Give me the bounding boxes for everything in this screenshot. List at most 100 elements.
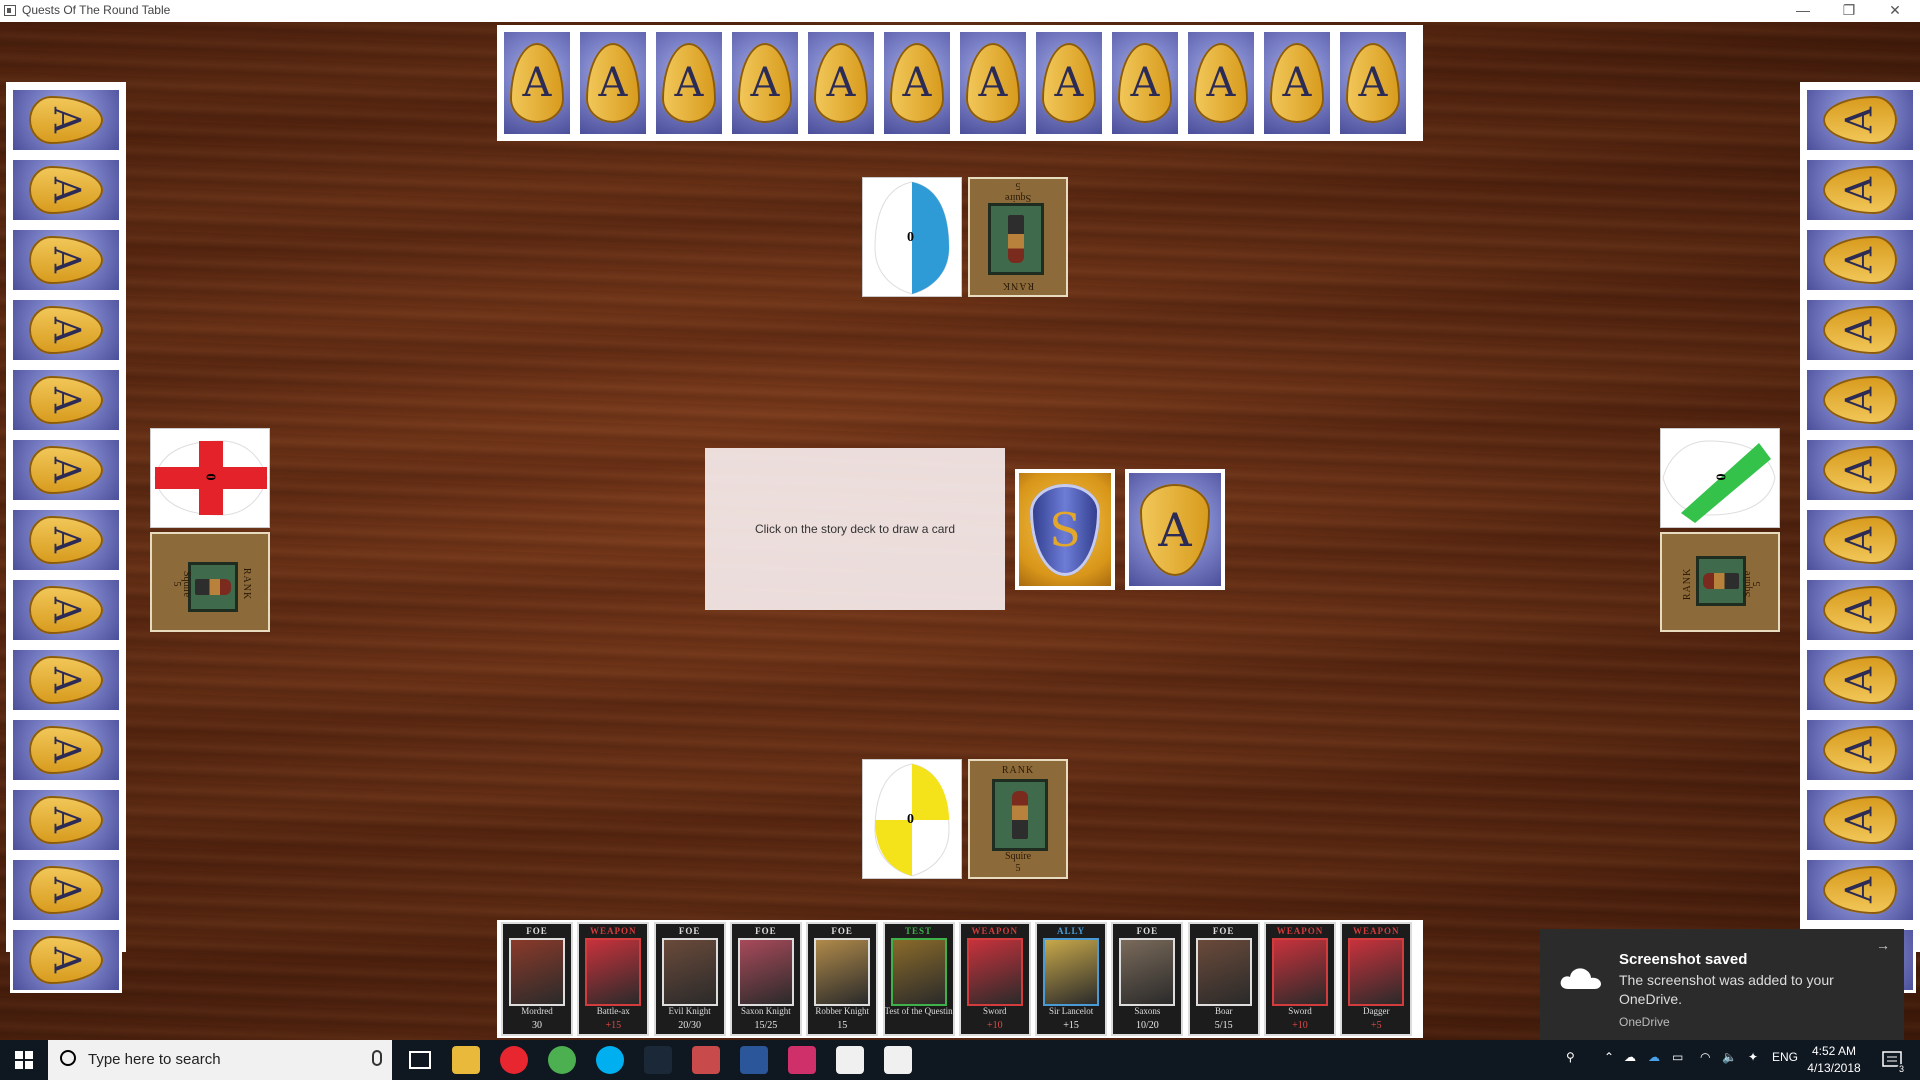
screenshot-toast[interactable]: Screenshot saved The screenshot was adde… — [1540, 929, 1904, 1040]
hand-card[interactable]: WEAPON Sword +10 — [1264, 922, 1336, 1036]
card-back-letter: A — [1282, 60, 1312, 106]
right-shield-count: 0 — [1714, 473, 1730, 481]
network-icon[interactable]: ◠ — [1700, 1050, 1710, 1064]
people-icon[interactable]: ⚲ — [1566, 1050, 1575, 1064]
notification-count: 3 — [1896, 1064, 1906, 1074]
left-card-back: A — [10, 857, 122, 923]
squire-figure-icon — [1012, 791, 1028, 839]
right-card-back: A — [1804, 717, 1916, 783]
dropbox-icon[interactable]: ✦ — [1748, 1050, 1758, 1064]
hand-card[interactable]: WEAPON Sword +10 — [958, 922, 1031, 1036]
hand-card[interactable]: FOE Robber Knight 15 — [806, 922, 879, 1036]
card-back-letter: A — [45, 877, 87, 903]
left-rank-inner: RANK Squire 5 — [171, 534, 252, 634]
card-back-letter: A — [45, 597, 87, 623]
hand-card[interactable]: WEAPON Dagger +5 — [1340, 922, 1413, 1036]
clock-date: 4/13/2018 — [1807, 1061, 1861, 1075]
right-card-back: A — [1804, 297, 1916, 363]
rank-card-name: Squire — [181, 570, 192, 598]
onedrive-blue-tray-icon[interactable]: ☁ — [1648, 1050, 1660, 1064]
hand-card[interactable]: FOE Saxon Knight 15/25 — [729, 922, 802, 1036]
bird-app-icon[interactable] — [692, 1046, 720, 1074]
card-back-letter: A — [1839, 317, 1881, 343]
left-card-back: A — [10, 437, 122, 503]
story-deck[interactable]: S — [1015, 469, 1115, 590]
adventure-deck[interactable]: A — [1125, 469, 1225, 590]
card-name: Robber Knight — [815, 1006, 870, 1016]
microphone-icon[interactable] — [372, 1050, 382, 1066]
toast-body: The screenshot was added to your OneDriv… — [1619, 972, 1834, 1007]
intellij-icon[interactable] — [788, 1046, 816, 1074]
left-card-back: A — [10, 787, 122, 853]
card-back-letter: A — [522, 60, 552, 106]
left-shield-count: 0 — [202, 473, 218, 481]
steam-icon[interactable] — [644, 1046, 672, 1074]
top-card-back: A — [957, 29, 1029, 137]
card-artwork — [585, 938, 642, 1006]
word-icon[interactable] — [740, 1046, 768, 1074]
card-artwork — [1119, 938, 1176, 1006]
toast-source: OneDrive — [1619, 1015, 1670, 1029]
toast-expand-icon[interactable]: → — [1876, 937, 1890, 953]
card-back-letter: A — [45, 527, 87, 553]
card-back-letter: A — [1839, 247, 1881, 273]
card-back-letter: A — [1839, 877, 1881, 903]
hand-card[interactable]: FOE Evil Knight 20/30 — [653, 922, 726, 1036]
message-panel: Click on the story deck to draw a card — [705, 448, 1005, 610]
card-type-label: WEAPON — [971, 926, 1019, 936]
left-card-back: A — [10, 87, 122, 153]
right-card-back: A — [1804, 507, 1916, 573]
card-battle-points: +15 — [605, 1020, 622, 1031]
close-button[interactable]: ✕ — [1872, 0, 1918, 22]
card-back-letter: A — [750, 60, 780, 106]
search-placeholder: Type here to search — [88, 1051, 221, 1068]
card-artwork — [814, 938, 871, 1006]
card-artwork — [1043, 938, 1100, 1006]
hand-card[interactable]: WEAPON Battle-ax +15 — [577, 922, 650, 1036]
card-name: Test of the Questing Beast — [884, 1006, 953, 1016]
toast-title: Screenshot saved — [1619, 951, 1748, 968]
start-button[interactable] — [0, 1040, 48, 1080]
hand-card[interactable]: TEST Test of the Questing Beast — [882, 922, 955, 1036]
hand-card[interactable]: FOE Mordred 30 — [501, 922, 573, 1036]
hand-card[interactable]: ALLY Sir Lancelot +15 — [1035, 922, 1108, 1036]
minimize-button[interactable]: — — [1780, 0, 1826, 22]
card-battle-points: 20/30 — [678, 1020, 701, 1031]
java-app-2-icon[interactable] — [884, 1046, 912, 1074]
skype-icon[interactable] — [596, 1046, 624, 1074]
card-name: Saxon Knight — [741, 1006, 791, 1016]
card-name: Sword — [983, 1006, 1007, 1016]
language-indicator[interactable]: ENG — [1772, 1050, 1798, 1064]
volume-icon[interactable]: 🔈 — [1722, 1050, 1737, 1064]
show-hidden-icons[interactable]: ⌃ — [1604, 1050, 1614, 1064]
opera-icon[interactable] — [500, 1046, 528, 1074]
squire-portrait — [1696, 556, 1746, 606]
right-card-back: A — [1804, 857, 1916, 923]
system-clock[interactable]: 4:52 AM 4/13/2018 — [1800, 1043, 1868, 1077]
windows-logo-icon — [15, 1061, 23, 1069]
file-explorer-icon[interactable] — [452, 1046, 480, 1074]
right-card-back: A — [1804, 647, 1916, 713]
task-view-icon[interactable] — [409, 1051, 431, 1069]
hand-card[interactable]: FOE Boar 5/15 — [1187, 922, 1260, 1036]
taskbar: Type here to search ⚲ ⌃ ☁ ☁ ▭ ◠ 🔈 ✦ ENG … — [0, 1040, 1920, 1080]
chrome-icon[interactable] — [548, 1046, 576, 1074]
taskbar-search-box[interactable]: Type here to search — [48, 1040, 392, 1080]
top-card-back: A — [1033, 29, 1105, 137]
card-back-letter: A — [1839, 807, 1881, 833]
card-back-letter: A — [1054, 60, 1084, 106]
top-card-back: A — [729, 29, 801, 137]
java-app-icon[interactable] — [836, 1046, 864, 1074]
top-card-back: A — [805, 29, 877, 137]
squire-figure-icon — [1703, 573, 1739, 589]
restore-button[interactable]: ❐ — [1826, 0, 1872, 22]
card-type-label: FOE — [831, 926, 853, 936]
onedrive-tray-icon[interactable]: ☁ — [1624, 1050, 1636, 1064]
battery-icon[interactable]: ▭ — [1672, 1050, 1683, 1064]
card-name: Boar — [1214, 1006, 1233, 1016]
card-battle-points: +5 — [1370, 1020, 1382, 1031]
right-card-back: A — [1804, 87, 1916, 153]
hand-card[interactable]: FOE Saxons 10/20 — [1111, 922, 1184, 1036]
squire-portrait — [992, 779, 1048, 851]
action-center-icon[interactable]: 3 — [1880, 1048, 1906, 1074]
